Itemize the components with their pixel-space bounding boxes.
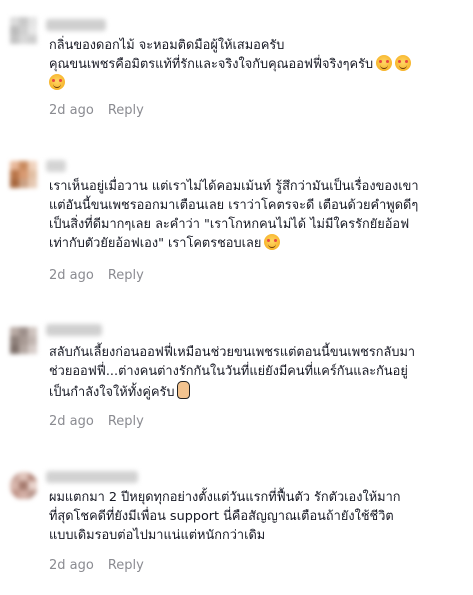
timestamp: 2d ago: [49, 103, 94, 118]
username-blurred[interactable]: user: [46, 471, 138, 483]
timestamp: 2d ago: [49, 268, 94, 283]
username-blurred[interactable]: user: [46, 160, 66, 172]
comment-text: ผมแตกมา 2 ปีหยุดทุกอย่างตั้งแต่วันแรกที่…: [49, 488, 467, 545]
reply-button[interactable]: Reply: [108, 268, 144, 283]
comment-line: แต่อันนี้ขนเพชรออกมาเตือนเลย เราว่าโคตรจ…: [49, 198, 419, 213]
comment-line: ที่สุดโชคดีที่ยังมีเพื่อน support นี่คือ…: [49, 509, 394, 524]
smiling-hearts-emoji-icon: [264, 234, 281, 250]
hand-gesture-emoji-icon: [176, 381, 190, 399]
timestamp: 2d ago: [49, 558, 94, 573]
comment-text: กลิ่นของดอกไม้ จะหอมติดมือผู้ให้เสมอครับ…: [49, 36, 467, 93]
username-blurred[interactable]: user: [46, 324, 102, 336]
reply-button[interactable]: Reply: [108, 558, 144, 573]
comment-meta: 2d ago Reply: [49, 268, 144, 284]
smiling-hearts-emoji-icon: [395, 55, 412, 71]
comment-meta: 2d ago Reply: [49, 558, 144, 574]
comment-text: เราเห็นอยู่เมื่อวาน แต่เราไม่ได้คอมเม้นท…: [49, 177, 467, 253]
comment-meta: 2d ago Reply: [49, 103, 144, 119]
comment-line: ช่วยออฟฟี่...ต่างคนต่างรักกันในวันที่แย่…: [49, 364, 408, 379]
reply-button[interactable]: Reply: [108, 414, 144, 429]
avatar[interactable]: [10, 17, 38, 45]
reply-button[interactable]: Reply: [108, 103, 144, 118]
comment-line: เป็นสิ่งที่ดีมากๆเลย ละคำว่า "เราโกหกคนไ…: [49, 217, 410, 232]
comment-line: กลิ่นของดอกไม้ จะหอมติดมือผู้ให้เสมอครับ: [49, 38, 285, 53]
comment-line: เป็นกำลังใจให้ทั้งคู่ครับ: [49, 385, 175, 400]
smiling-hearts-emoji-icon: [49, 74, 65, 90]
comment-line: เราเห็นอยู่เมื่อวาน แต่เราไม่ได้คอมเม้นท…: [49, 179, 419, 194]
comment-line: แบบเดิมรอบต่อไปมาแน่แต่หนักกว่าเดิม: [49, 528, 266, 543]
comment-line: เท่ากับตัวยัยอ้อฟเอง" เราโคตรชอบเลย: [49, 236, 262, 251]
comment-line: ผมแตกมา 2 ปีหยุดทุกอย่างตั้งแต่วันแรกที่…: [49, 490, 401, 505]
avatar[interactable]: [10, 327, 38, 355]
avatar[interactable]: [10, 472, 38, 500]
avatar[interactable]: [10, 161, 38, 189]
comment-line: คุณขนเพชรคือมิตรแท้ที่รักและจริงใจกับคุณ…: [49, 57, 374, 72]
timestamp: 2d ago: [49, 414, 94, 429]
smiling-hearts-emoji-icon: [376, 55, 393, 71]
comment-line: สลับกันเลี้ยงก่อนออฟฟี่เหมือนช่วยขนเพชรแ…: [49, 345, 416, 360]
comment-text: สลับกันเลี้ยงก่อนออฟฟี่เหมือนช่วยขนเพชรแ…: [49, 343, 467, 402]
username-blurred[interactable]: user: [46, 19, 106, 31]
comment-meta: 2d ago Reply: [49, 414, 144, 430]
